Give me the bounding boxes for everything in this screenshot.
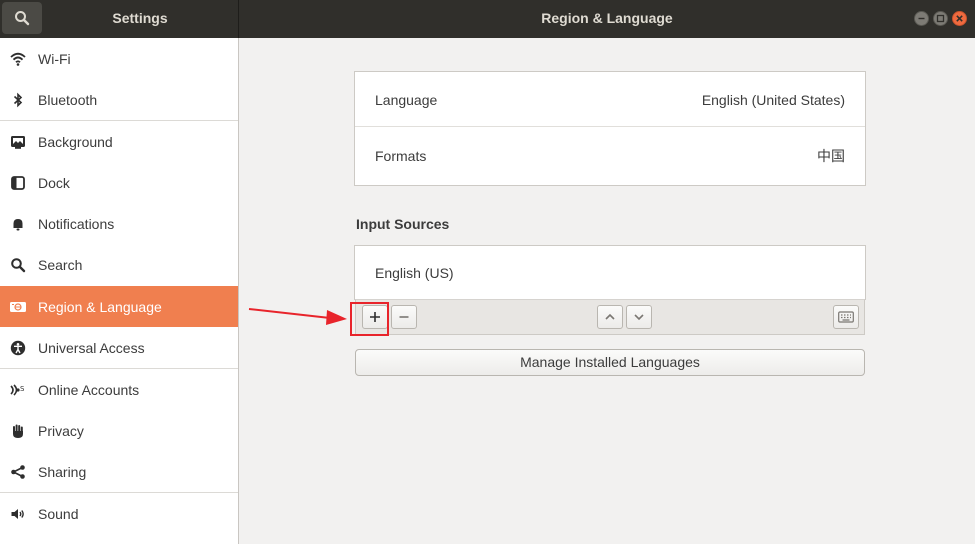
annotation-arrow	[248, 308, 347, 325]
annotation-highlight-box	[350, 302, 389, 336]
